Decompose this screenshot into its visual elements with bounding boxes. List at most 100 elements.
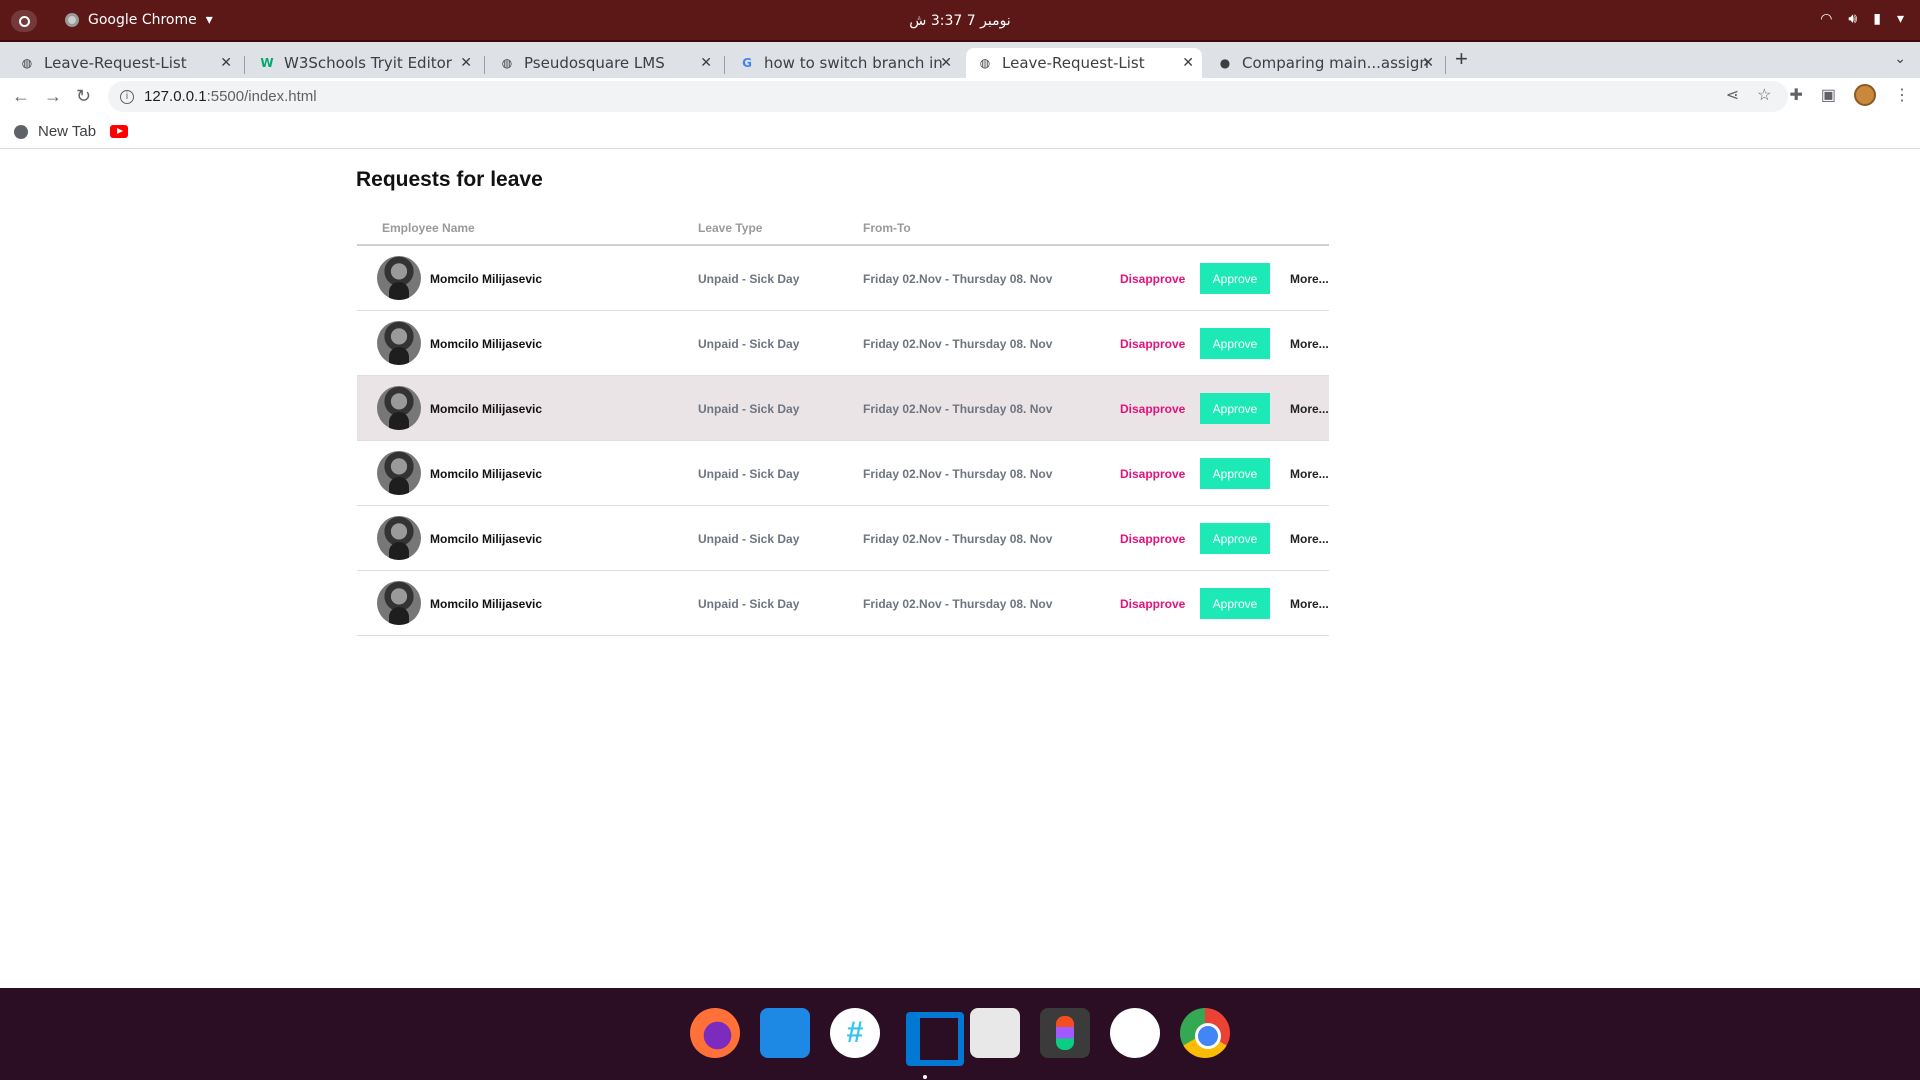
new-tab-button[interactable]: + bbox=[1455, 46, 1468, 72]
bookmarks-bar: New Tab bbox=[0, 115, 1920, 149]
tab-separator bbox=[724, 56, 725, 74]
table-row[interactable]: Momcilo Milijasevic Unpaid - Sick Day Frid… bbox=[357, 506, 1329, 571]
approve-button[interactable]: Approve bbox=[1200, 393, 1270, 424]
address-bar[interactable]: i 127.0.0.1:5500/index.html bbox=[108, 81, 1788, 112]
tab-leave-request-list-active[interactable]: ◍ Leave-Request-List ✕ bbox=[966, 48, 1202, 78]
figma-icon[interactable] bbox=[1040, 1008, 1090, 1058]
approve-button[interactable]: Approve bbox=[1200, 458, 1270, 489]
toolbar-actions: ⋖ ☆ ✚ ▣ ⋮ bbox=[1726, 84, 1910, 106]
leave-type: Unpaid - Sick Day bbox=[698, 337, 800, 351]
leave-type: Unpaid - Sick Day bbox=[698, 467, 800, 481]
dock bbox=[0, 988, 1920, 1080]
disapprove-button[interactable]: Disapprove bbox=[1120, 402, 1185, 416]
approve-button[interactable]: Approve bbox=[1200, 523, 1270, 554]
employee-name: Momcilo Milijasevic bbox=[430, 597, 543, 611]
more-link[interactable]: More... bbox=[1290, 532, 1329, 546]
software-store-icon[interactable] bbox=[970, 1008, 1020, 1058]
more-link[interactable]: More... bbox=[1290, 337, 1329, 351]
approve-button[interactable]: Approve bbox=[1200, 588, 1270, 619]
tab-pseudosquare-lms[interactable]: ◍ Pseudosquare LMS ✕ bbox=[488, 48, 720, 78]
employee-name: Momcilo Milijasevic bbox=[430, 402, 543, 416]
reload-icon[interactable]: ↻ bbox=[76, 86, 91, 107]
tab-github-compare[interactable]: ● Comparing main...assignm ✕ bbox=[1206, 48, 1442, 78]
tab-title: Leave-Request-List bbox=[44, 54, 187, 72]
site-info-icon[interactable]: i bbox=[120, 89, 134, 104]
leave-type: Unpaid - Sick Day bbox=[698, 532, 800, 546]
more-link[interactable]: More... bbox=[1290, 402, 1329, 416]
battery-icon: ▮ bbox=[1873, 11, 1881, 27]
close-icon[interactable]: ✕ bbox=[700, 55, 712, 71]
close-icon[interactable]: ✕ bbox=[1422, 55, 1434, 71]
disapprove-button[interactable]: Disapprove bbox=[1120, 467, 1185, 481]
date-range: Friday 02.Nov - Thursday 08. Nov bbox=[863, 532, 1053, 546]
tab-separator bbox=[484, 56, 485, 74]
chrome-icon[interactable] bbox=[1180, 1008, 1230, 1058]
table-header: Employee Name Leave Type From-To bbox=[357, 206, 1329, 246]
disapprove-button[interactable]: Disapprove bbox=[1120, 337, 1185, 351]
avatar bbox=[377, 321, 421, 365]
table-row[interactable]: Momcilo Milijasevic Unpaid - Sick Day Frid… bbox=[357, 571, 1329, 636]
column-header-leave-type: Leave Type bbox=[698, 221, 763, 235]
more-link[interactable]: More... bbox=[1290, 597, 1329, 611]
tab-google-search[interactable]: G how to switch branch in g ✕ bbox=[728, 48, 960, 78]
approve-button[interactable]: Approve bbox=[1200, 263, 1270, 294]
kebab-menu-icon[interactable]: ⋮ bbox=[1894, 85, 1910, 105]
tab-leave-request-list[interactable]: ◍ Leave-Request-List ✕ bbox=[8, 48, 240, 78]
dock-icons bbox=[690, 1008, 1230, 1066]
table-row[interactable]: Momcilo Milijasevic Unpaid - Sick Day Frid… bbox=[357, 376, 1329, 441]
employee-name: Momcilo Milijasevic bbox=[430, 272, 543, 286]
tab-w3schools[interactable]: W W3Schools Tryit Editor ✕ bbox=[248, 48, 480, 78]
close-icon[interactable]: ✕ bbox=[1182, 55, 1194, 71]
vscode-icon[interactable] bbox=[900, 1008, 964, 1066]
slack-icon[interactable] bbox=[830, 1008, 880, 1058]
forward-icon[interactable]: → bbox=[44, 86, 62, 107]
leave-requests-table: Employee Name Leave Type From-To Momcilo… bbox=[357, 206, 1329, 636]
tab-title: Pseudosquare LMS bbox=[524, 54, 665, 72]
disapprove-button[interactable]: Disapprove bbox=[1120, 532, 1185, 546]
bookmark-new-tab[interactable]: New Tab bbox=[38, 123, 96, 140]
avatar bbox=[377, 256, 421, 300]
chevron-down-icon: ▾ bbox=[1896, 11, 1904, 27]
system-tray[interactable]: ◠ 🔊︎ ▮ ▾ bbox=[1820, 11, 1904, 27]
page-content: Requests for leave Employee Name Leave T… bbox=[0, 150, 1920, 988]
table-row[interactable]: Momcilo Milijasevic Unpaid - Sick Day Frid… bbox=[357, 246, 1329, 311]
page-title: Requests for leave bbox=[356, 168, 543, 191]
tab-title: Comparing main...assignm bbox=[1242, 54, 1430, 72]
date-range: Friday 02.Nov - Thursday 08. Nov bbox=[863, 272, 1053, 286]
profile-avatar[interactable] bbox=[1854, 84, 1876, 106]
date-range: Friday 02.Nov - Thursday 08. Nov bbox=[863, 467, 1053, 481]
firefox-icon[interactable] bbox=[690, 1008, 740, 1058]
clock[interactable]: نومبر 7 3:37 ش bbox=[0, 13, 1920, 29]
extensions-puzzle-icon[interactable]: ✚ bbox=[1789, 85, 1802, 105]
share-icon[interactable]: ⋖ bbox=[1726, 85, 1739, 105]
approve-button[interactable]: Approve bbox=[1200, 328, 1270, 359]
leave-type: Unpaid - Sick Day bbox=[698, 402, 800, 416]
employee-name: Momcilo Milijasevic bbox=[430, 467, 543, 481]
close-icon[interactable]: ✕ bbox=[940, 55, 952, 71]
avatar bbox=[377, 386, 421, 430]
table-body: Momcilo Milijasevic Unpaid - Sick Day Frid… bbox=[357, 246, 1329, 636]
disapprove-button[interactable]: Disapprove bbox=[1120, 272, 1185, 286]
android-studio-icon[interactable] bbox=[1110, 1008, 1160, 1058]
leave-type: Unpaid - Sick Day bbox=[698, 597, 800, 611]
back-icon[interactable]: ← bbox=[12, 86, 30, 107]
tab-title: W3Schools Tryit Editor bbox=[284, 54, 452, 72]
globe-icon: ◍ bbox=[979, 56, 991, 70]
column-header-employee-name: Employee Name bbox=[382, 221, 475, 235]
table-row[interactable]: Momcilo Milijasevic Unpaid - Sick Day Frid… bbox=[357, 311, 1329, 376]
globe-icon bbox=[14, 124, 28, 139]
more-link[interactable]: More... bbox=[1290, 467, 1329, 481]
side-panel-icon[interactable]: ▣ bbox=[1821, 85, 1836, 105]
tab-search-chevron-icon[interactable]: ⌄ bbox=[1894, 50, 1906, 67]
bookmark-star-icon[interactable]: ☆ bbox=[1757, 85, 1771, 105]
youtube-icon[interactable] bbox=[110, 125, 129, 138]
wifi-icon: ◠ bbox=[1820, 11, 1833, 27]
table-row[interactable]: Momcilo Milijasevic Unpaid - Sick Day Frid… bbox=[357, 441, 1329, 506]
column-header-from-to: From-To bbox=[863, 221, 911, 235]
files-icon[interactable] bbox=[760, 1008, 810, 1058]
date-range: Friday 02.Nov - Thursday 08. Nov bbox=[863, 402, 1053, 416]
close-icon[interactable]: ✕ bbox=[460, 55, 472, 71]
close-icon[interactable]: ✕ bbox=[220, 55, 232, 71]
disapprove-button[interactable]: Disapprove bbox=[1120, 597, 1185, 611]
more-link[interactable]: More... bbox=[1290, 272, 1329, 286]
